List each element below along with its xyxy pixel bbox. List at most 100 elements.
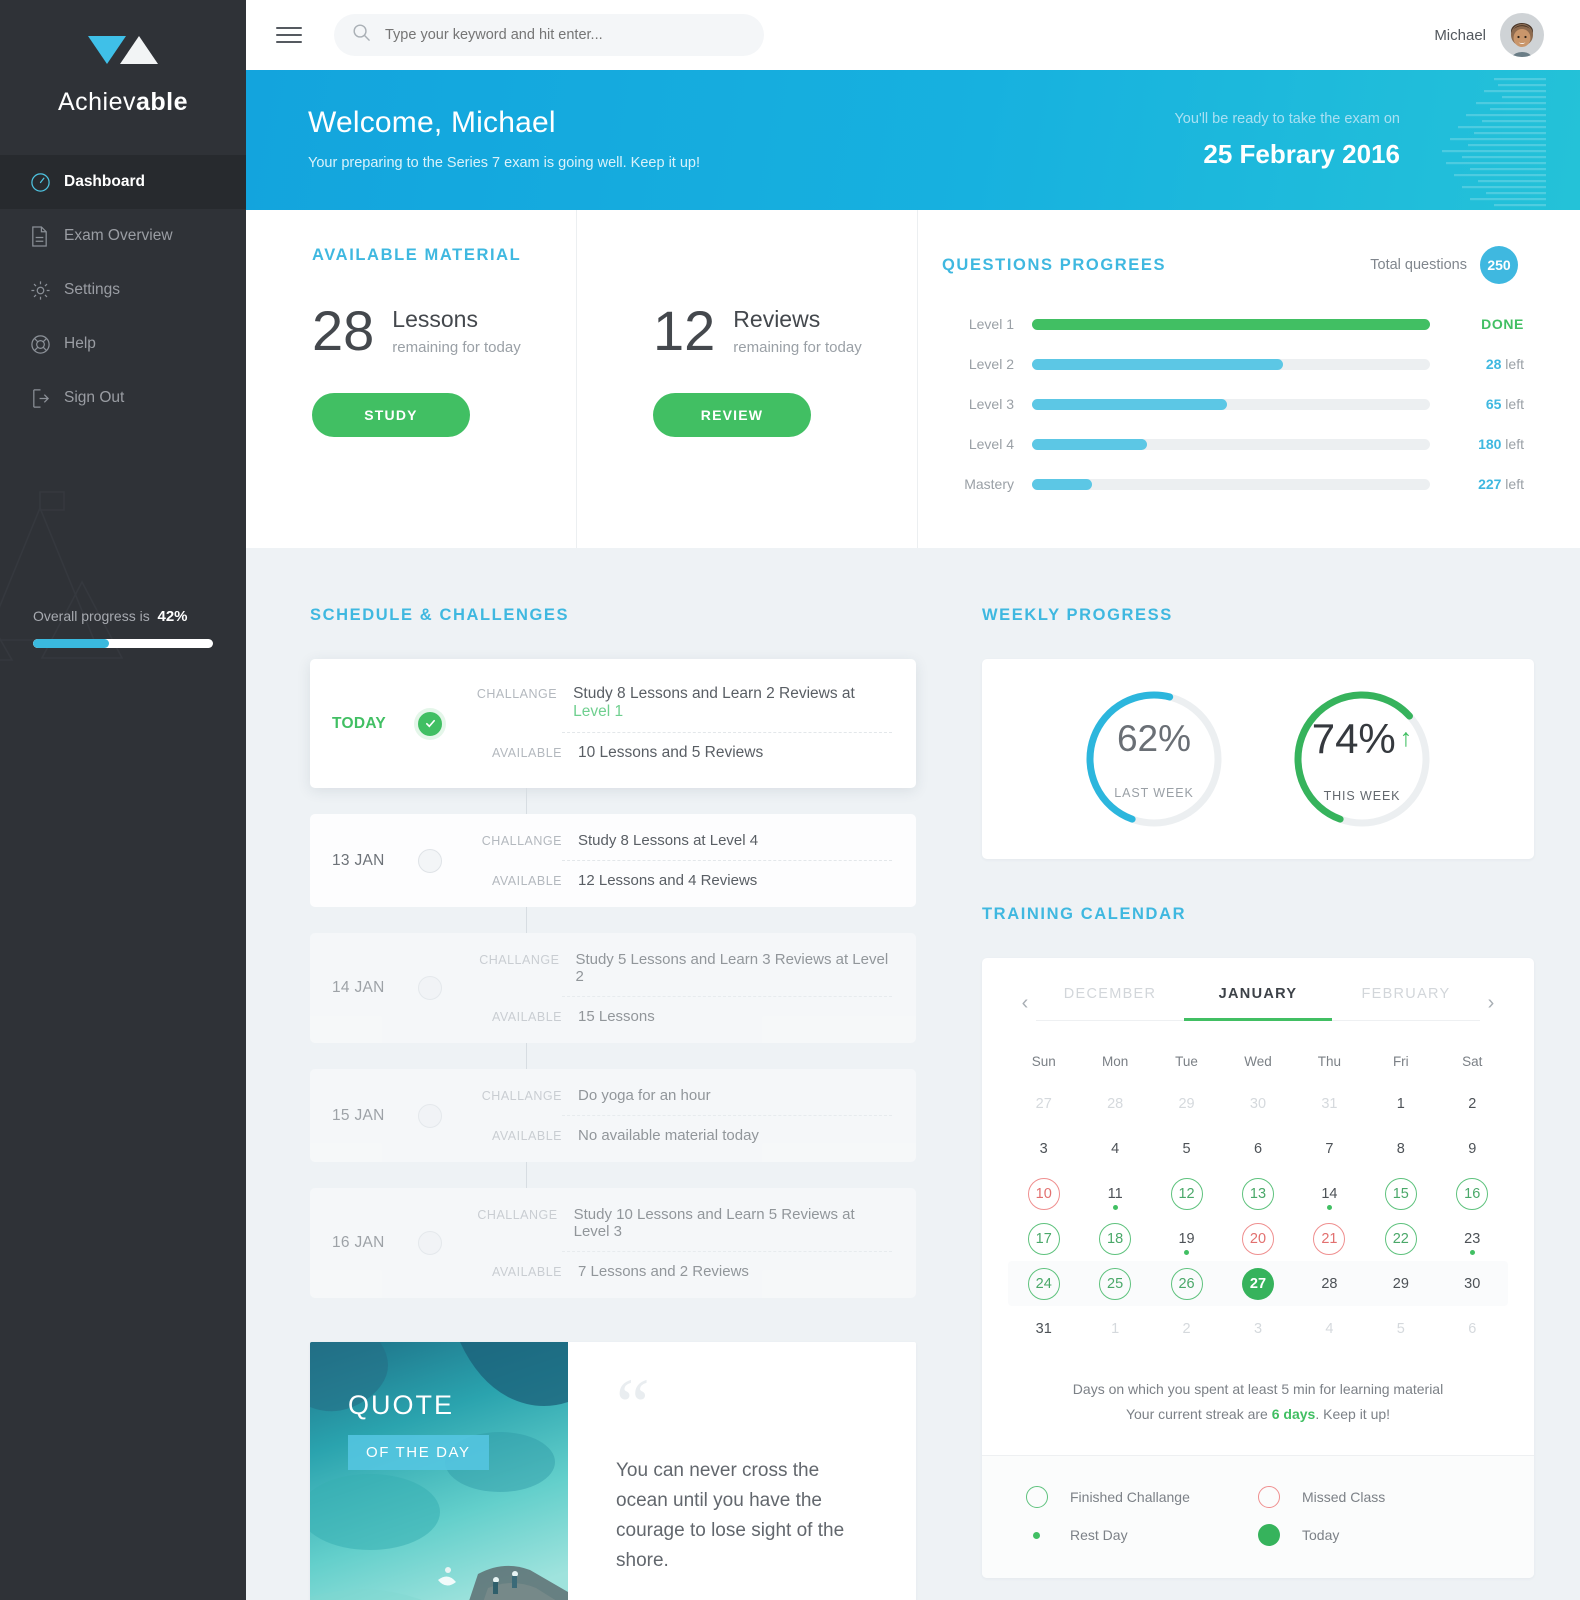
calendar-day-ok[interactable]: 26 (1151, 1261, 1222, 1306)
calendar-day-ok[interactable]: 24 (1008, 1261, 1079, 1306)
calendar-day[interactable]: 9 (1437, 1126, 1508, 1171)
level-row: Mastery 227 left (942, 464, 1524, 504)
calendar-day[interactable]: 30 (1222, 1081, 1293, 1126)
schedule-available-value: No available material today (578, 1127, 759, 1144)
calendar-day-rest[interactable]: 23 (1437, 1216, 1508, 1261)
schedule-item[interactable]: TODAY CHALLANGE Study 8 Lessons and Learn … (310, 659, 916, 788)
calendar-day[interactable]: 1 (1079, 1306, 1150, 1351)
brand-logo[interactable]: Achievable (0, 0, 246, 155)
study-button[interactable]: STUDY (312, 393, 470, 437)
calendar-day[interactable]: 5 (1151, 1126, 1222, 1171)
calendar-day[interactable]: 31 (1008, 1306, 1079, 1351)
document-icon (30, 225, 64, 247)
calendar-day[interactable]: 28 (1079, 1081, 1150, 1126)
sidebar-item-dashboard[interactable]: Dashboard (0, 155, 246, 209)
calendar-day[interactable]: 27 (1008, 1081, 1079, 1126)
level-remaining: 180 left (1478, 436, 1524, 452)
chevron-right-icon[interactable]: › (1480, 992, 1502, 1015)
hamburger-icon[interactable] (276, 22, 302, 48)
calendar-day-miss[interactable]: 10 (1008, 1171, 1079, 1216)
calendar-day-rest[interactable]: 19 (1151, 1216, 1222, 1261)
level-remaining: 65 left (1485, 396, 1524, 412)
level-fill (1032, 318, 1430, 330)
quote-overlay: QUOTE OF THE DAY (348, 1390, 489, 1470)
schedule-item[interactable]: 15 JAN CHALLANGE Do yoga for an hour AVAILA… (310, 1069, 916, 1162)
calendar-dow: Thu (1317, 1053, 1342, 1069)
calendar-day[interactable]: 2 (1437, 1081, 1508, 1126)
dashboard-page: Achievable Dashboard Exam Overview Setti… (0, 0, 1580, 1600)
calendar-day-ok[interactable]: 16 (1437, 1171, 1508, 1216)
calendar-day-ok[interactable]: 25 (1079, 1261, 1150, 1306)
chevron-left-icon[interactable]: ‹ (1014, 992, 1036, 1015)
calendar-day-ok[interactable]: 13 (1222, 1171, 1293, 1216)
level-remaining: 28 left (1485, 356, 1524, 372)
calendar-month-tab[interactable]: FEBRUARY (1332, 986, 1480, 1021)
sidebar-item-exam-overview[interactable]: Exam Overview (0, 209, 246, 263)
avatar[interactable] (1500, 13, 1544, 57)
calendar-day[interactable]: 28 (1294, 1261, 1365, 1306)
calendar-day[interactable]: 2 (1151, 1306, 1222, 1351)
sidebar-item-label: Dashboard (64, 173, 145, 190)
calendar-day[interactable]: 30 (1437, 1261, 1508, 1306)
review-button[interactable]: REVIEW (653, 393, 811, 437)
calendar-day-miss[interactable]: 21 (1294, 1216, 1365, 1261)
schedule-available-key: AVAILABLE (491, 1265, 562, 1279)
calendar-day[interactable]: 6 (1437, 1306, 1508, 1351)
search-input[interactable] (385, 27, 745, 43)
calendar-day[interactable]: 29 (1151, 1081, 1222, 1126)
legend-today-circle-icon (1258, 1524, 1302, 1546)
legend-label: Finished Challange (1070, 1489, 1190, 1505)
schedule-available-value: 10 Lessons and 5 Reviews (578, 744, 764, 761)
weekly-progress-title: WEEKLY PROGRESS (982, 606, 1173, 624)
calendar-day-rest[interactable]: 14 (1294, 1171, 1365, 1216)
calendar-dow-row: Sun Mon Tue Wed Thu Fri Sat (1008, 1041, 1508, 1081)
calendar-week-row: 3456789 (1008, 1126, 1508, 1171)
level-label: Level 4 (968, 436, 1014, 452)
user-menu[interactable]: Michael (1434, 13, 1544, 57)
schedule-item[interactable]: 13 JAN CHALLANGE Study 8 Lessons at Level … (310, 814, 916, 907)
calendar-day[interactable]: 3 (1222, 1306, 1293, 1351)
calendar-month-tab[interactable]: DECEMBER (1036, 986, 1184, 1021)
calendar-dow: Sat (1462, 1053, 1483, 1069)
level-track (1032, 478, 1430, 490)
speedometer-icon (30, 172, 64, 193)
calendar-day[interactable]: 7 (1294, 1126, 1365, 1171)
level-label: Level 2 (968, 356, 1014, 372)
calendar-day[interactable]: 1 (1365, 1081, 1436, 1126)
calendar-day-ok[interactable]: 18 (1079, 1216, 1150, 1261)
calendar-day[interactable]: 6 (1222, 1126, 1293, 1171)
search-box[interactable] (334, 14, 764, 56)
calendar-month-tab[interactable]: JANUARY (1184, 986, 1332, 1021)
questions-progress-title: QUESTIONS PROGREES (942, 255, 1167, 274)
calendar-day-ok[interactable]: 15 (1365, 1171, 1436, 1216)
sidebar-item-label: Help (64, 335, 96, 352)
calendar-day[interactable]: 5 (1365, 1306, 1436, 1351)
calendar-dow: Sun (1031, 1053, 1056, 1069)
schedule-body: CHALLANGE Study 10 Lessons and Learn 5 Re… (466, 1206, 892, 1280)
calendar-day-miss[interactable]: 20 (1222, 1216, 1293, 1261)
quote-body: “ You can never cross the ocean until yo… (568, 1342, 916, 1600)
calendar-day-ok[interactable]: 22 (1365, 1216, 1436, 1261)
calendar-day[interactable]: 4 (1079, 1126, 1150, 1171)
calendar-day-ok[interactable]: 17 (1008, 1216, 1079, 1261)
schedule-item[interactable]: 16 JAN CHALLANGE Study 10 Lessons and Lear… (310, 1188, 916, 1298)
calendar-day-today[interactable]: 27 (1222, 1261, 1293, 1306)
calendar-day[interactable]: 3 (1008, 1126, 1079, 1171)
schedule-connector (526, 1162, 527, 1188)
sidebar-item-settings[interactable]: Settings (0, 263, 246, 317)
arrow-up-icon: ↑ (1399, 724, 1413, 752)
sidebar-item-label: Settings (64, 281, 121, 298)
sidebar-item-sign-out[interactable]: Sign Out (0, 371, 246, 425)
calendar-day[interactable]: 8 (1365, 1126, 1436, 1171)
level-row: Level 3 65 left (942, 384, 1524, 424)
calendar-day[interactable]: 29 (1365, 1261, 1436, 1306)
schedule-item[interactable]: 14 JAN CHALLANGE Study 5 Lessons and Learn… (310, 933, 916, 1043)
calendar-day[interactable]: 31 (1294, 1081, 1365, 1126)
calendar-day-rest[interactable]: 11 (1079, 1171, 1150, 1216)
calendar-day-ok[interactable]: 12 (1151, 1171, 1222, 1216)
schedule-date: 16 JAN (332, 1234, 385, 1251)
quote-text: You can never cross the ocean until you … (616, 1460, 845, 1571)
level-remaining: 227 left (1478, 476, 1524, 492)
sidebar-item-help[interactable]: Help (0, 317, 246, 371)
calendar-day[interactable]: 4 (1294, 1306, 1365, 1351)
